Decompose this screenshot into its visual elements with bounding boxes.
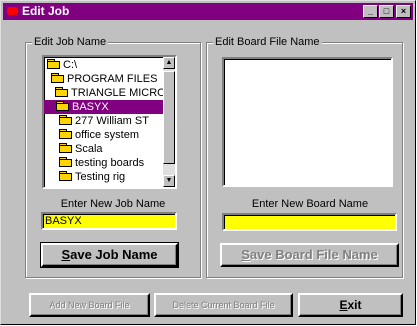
save-board-file-name-label: ave Board File Name [249,247,378,262]
add-new-board-file-button[interactable]: Add New Board File [29,293,150,317]
title-bar[interactable]: Edit Job _ □ × [3,3,413,20]
app-icon [7,7,18,15]
scroll-down-button[interactable]: ▼ [163,175,175,187]
minimize-button[interactable]: _ [363,5,378,18]
folder-open-icon [55,87,69,97]
tree-item-277-william-st[interactable]: 277 William ST [47,114,149,128]
scroll-thumb[interactable] [163,71,175,164]
tree-item-testing-boards[interactable]: testing boards [47,156,144,170]
folder-icon [59,157,73,167]
delete-current-board-file-button[interactable]: Delete Current Board File [154,293,293,317]
maximize-icon: □ [383,6,390,16]
save-job-name-button[interactable]: Save Job Name [40,242,179,268]
new-job-name-input[interactable]: BASYX [41,212,177,230]
exit-label: xit [347,298,362,312]
close-icon: × [400,6,407,16]
arrow-up-icon: ▲ [165,59,173,66]
folder-icon [59,143,73,153]
tree-item-basyx[interactable]: BASYX [44,100,175,114]
tree-item-office-system[interactable]: office system [47,128,139,142]
tree-item-triangle-micros[interactable]: TRIANGLE MICROS [47,86,173,100]
edit-board-file-name-group-label: Edit Board File Name [213,35,322,49]
save-job-name-label: ave Job Name [70,247,158,262]
new-board-name-input[interactable] [222,213,397,231]
tree-item-scala[interactable]: Scala [47,142,103,156]
board-file-list[interactable] [222,57,393,187]
tree-item-drive[interactable]: C:\ [47,58,77,72]
minimize-icon: _ [367,6,373,16]
folder-open-icon [51,73,65,83]
folder-icon [59,129,73,139]
edit-job-name-group-label: Edit Job Name [32,35,109,49]
new-board-name-label: Enter New Board Name [251,198,369,210]
tree-item-program-files[interactable]: PROGRAM FILES [47,72,157,86]
edit-job-window: Edit Job _ □ × Edit Job Name C:\ PROGRAM… [0,0,416,325]
close-button[interactable]: × [396,5,411,18]
folder-icon [59,115,73,125]
new-job-name-label: Enter New Job Name [60,198,166,210]
arrow-down-icon: ▼ [165,177,173,184]
job-folder-tree[interactable]: C:\ PROGRAM FILES TRIANGLE MICROS BASYX … [42,55,177,189]
exit-button[interactable]: Exit [298,293,403,317]
folder-open-icon [56,101,70,111]
tree-scrollbar[interactable]: ▲ ▼ [163,57,175,187]
maximize-button[interactable]: □ [379,5,394,18]
folder-open-icon [47,59,61,69]
window-title: Edit Job [22,4,70,18]
tree-item-testing-rig[interactable]: Testing rig [47,170,125,184]
save-board-file-name-button[interactable]: Save Board File Name [220,243,399,267]
folder-icon [59,171,73,181]
scroll-up-button[interactable]: ▲ [163,57,175,69]
